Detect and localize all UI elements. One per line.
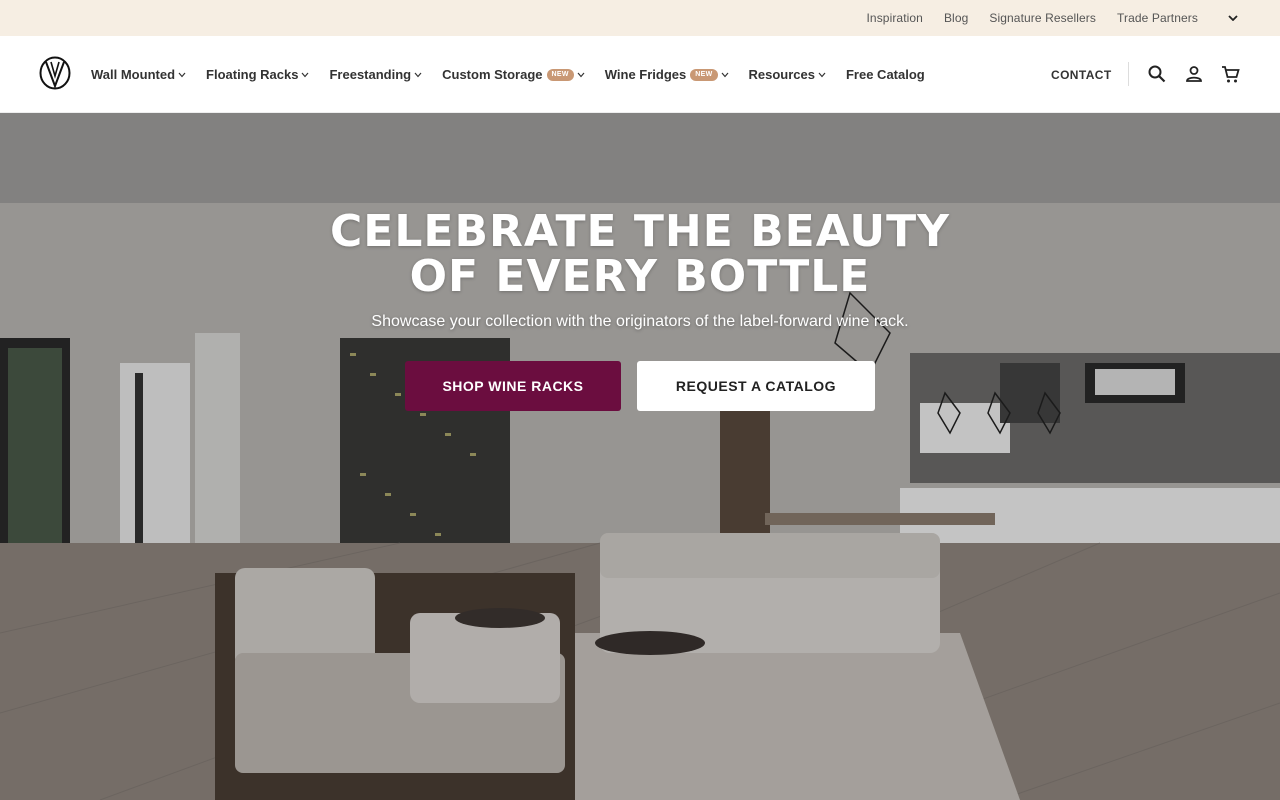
new-badge: NEW [690, 68, 718, 81]
hero-section: CELEBRATE THE BEAUTY OF EVERY BOTTLE Sho… [0, 113, 1280, 800]
hero-cta-row: SHOP WINE RACKS REQUEST A CATALOG [0, 361, 1280, 411]
nav-item-wine-fridges[interactable]: Wine Fridges NEW [605, 67, 729, 82]
nav-label: Freestanding [329, 67, 412, 82]
hero-title-line-1: CELEBRATE THE BEAUTY [330, 206, 950, 257]
chevron-down-icon [414, 71, 422, 79]
logo-icon[interactable] [39, 56, 71, 90]
header-divider [1128, 62, 1129, 86]
main-nav: Wall Mounted Floating Racks Freestanding… [91, 36, 945, 113]
search-icon[interactable] [1146, 63, 1168, 85]
chevron-down-icon[interactable] [1226, 11, 1240, 25]
hero-content: CELEBRATE THE BEAUTY OF EVERY BOTTLE Sho… [0, 209, 1280, 331]
shop-wine-racks-button[interactable]: SHOP WINE RACKS [405, 361, 621, 411]
nav-label: Floating Racks [206, 67, 299, 82]
nav-item-custom-storage[interactable]: Custom Storage NEW [442, 67, 585, 82]
chevron-down-icon [721, 71, 729, 79]
nav-item-free-catalog[interactable]: Free Catalog [846, 67, 925, 82]
request-catalog-button[interactable]: REQUEST A CATALOG [637, 361, 875, 411]
chevron-down-icon [577, 71, 585, 79]
utility-links: Inspiration Blog Signature Resellers Tra… [866, 0, 1198, 36]
cart-icon[interactable] [1219, 63, 1241, 85]
nav-label: Custom Storage [442, 67, 543, 82]
hero-title: CELEBRATE THE BEAUTY OF EVERY BOTTLE [0, 209, 1280, 299]
utility-link-signature-resellers[interactable]: Signature Resellers [989, 11, 1096, 25]
utility-bar: Inspiration Blog Signature Resellers Tra… [0, 0, 1280, 36]
nav-item-resources[interactable]: Resources [749, 67, 826, 82]
chevron-down-icon [178, 71, 186, 79]
hero-title-line-2: OF EVERY BOTTLE [409, 251, 871, 302]
hero-subtitle: Showcase your collection with the origin… [371, 313, 909, 330]
utility-link-blog[interactable]: Blog [944, 11, 968, 25]
nav-label: Resources [748, 67, 815, 82]
nav-item-wall-mounted[interactable]: Wall Mounted [91, 67, 186, 82]
nav-label: Wine Fridges [604, 67, 687, 82]
utility-link-trade-partners[interactable]: Trade Partners [1117, 11, 1198, 25]
account-icon[interactable] [1183, 63, 1205, 85]
new-badge: NEW [546, 68, 574, 81]
nav-label: Free Catalog [845, 67, 925, 82]
chevron-down-icon [301, 71, 309, 79]
contact-link[interactable]: CONTACT [1051, 36, 1112, 113]
utility-link-inspiration[interactable]: Inspiration [866, 11, 922, 25]
nav-item-freestanding[interactable]: Freestanding [329, 67, 422, 82]
nav-label: Wall Mounted [91, 67, 176, 82]
nav-item-floating-racks[interactable]: Floating Racks [206, 67, 309, 82]
chevron-down-icon [818, 71, 826, 79]
main-header: Wall Mounted Floating Racks Freestanding… [0, 36, 1280, 113]
